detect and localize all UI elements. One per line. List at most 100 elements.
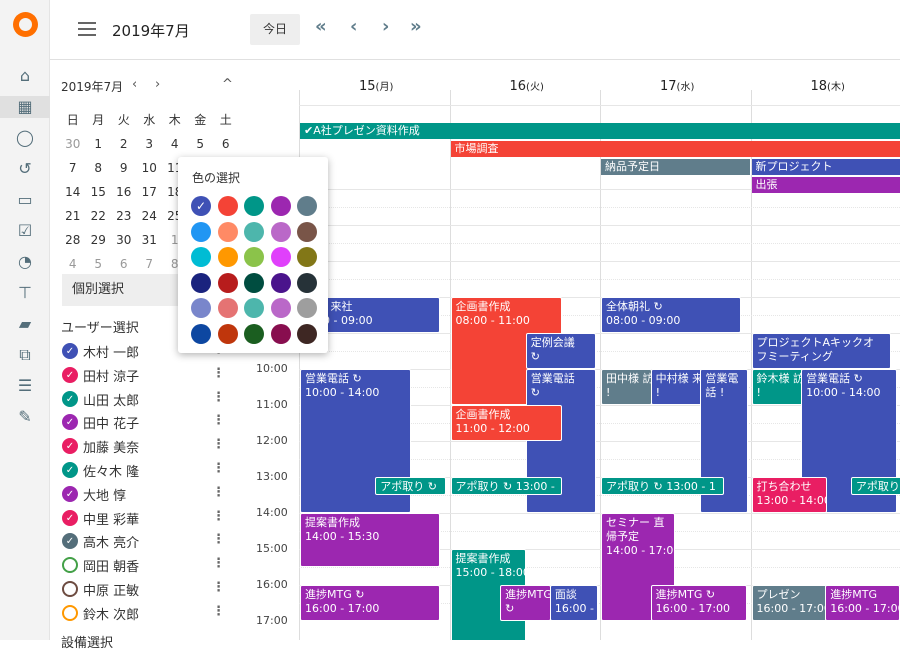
mini-day[interactable]: 22	[86, 204, 112, 228]
mini-day[interactable]: 7	[60, 156, 86, 180]
user-item[interactable]: ✓中里 彩華⋮	[62, 507, 245, 530]
user-item[interactable]: ✓佐々木 隆⋮	[62, 459, 245, 482]
more-icon[interactable]: ⋮	[212, 509, 225, 524]
org-chart-icon[interactable]: ⊤	[14, 282, 36, 304]
user-checkbox[interactable]: ✓	[62, 438, 78, 454]
edit-icon[interactable]: ✎	[14, 406, 36, 428]
color-swatch[interactable]	[297, 298, 317, 318]
color-swatch[interactable]	[271, 247, 291, 267]
calendar-event[interactable]: 面談16:00 -	[550, 585, 598, 621]
folder-icon[interactable]: ▰	[14, 313, 36, 335]
user-checkbox[interactable]: ✓	[62, 343, 78, 359]
user-checkbox[interactable]: ✓	[62, 391, 78, 407]
today-button[interactable]: 今日	[250, 14, 300, 45]
clock-icon[interactable]: ◔	[14, 251, 36, 273]
calendar-event[interactable]: アポ取り	[851, 477, 900, 495]
calendar-event[interactable]: 定例会議↻	[526, 333, 597, 369]
color-swatch[interactable]	[297, 196, 317, 216]
calendar-event[interactable]: プロジェクトAキックオフミーティング	[752, 333, 892, 369]
checklist-icon[interactable]: ☰	[14, 375, 36, 397]
mini-prev-button[interactable]: ‹	[132, 77, 137, 92]
menu-icon[interactable]	[78, 22, 96, 36]
mini-day[interactable]: 28	[60, 228, 86, 252]
day-header[interactable]: 18(木)	[811, 78, 845, 94]
copy-icon[interactable]: ⧉	[14, 344, 36, 366]
color-swatch[interactable]	[218, 273, 238, 293]
user-checkbox[interactable]: ✓	[62, 367, 78, 383]
mini-day[interactable]: 4	[162, 132, 188, 156]
mini-day[interactable]: 30	[60, 132, 86, 156]
color-swatch[interactable]	[297, 247, 317, 267]
mini-day[interactable]: 6	[213, 132, 239, 156]
next-week-button[interactable]: »	[410, 16, 422, 37]
color-swatch[interactable]	[271, 196, 291, 216]
mini-day[interactable]: 2	[111, 132, 137, 156]
color-swatch[interactable]	[191, 222, 211, 242]
calendar-event[interactable]: 進捗MTG16:00 - 17:00	[825, 585, 900, 621]
calendar-event[interactable]: アポ取り ↻	[375, 477, 446, 495]
mini-day[interactable]: 24	[137, 204, 163, 228]
user-item[interactable]: 鈴木 次郎⋮	[62, 602, 245, 625]
color-swatch[interactable]	[244, 298, 264, 318]
user-checkbox[interactable]	[62, 605, 78, 621]
day-header[interactable]: 16(火)	[510, 78, 544, 94]
more-icon[interactable]: ⋮	[212, 485, 225, 500]
calendar-event[interactable]: プレゼン16:00 - 17:00	[752, 585, 827, 621]
mini-day[interactable]: 21	[60, 204, 86, 228]
next-button[interactable]: ›	[382, 16, 389, 37]
calendar-event[interactable]: 中村様 来!	[651, 369, 702, 405]
prev-week-button[interactable]: «	[315, 16, 327, 37]
more-icon[interactable]: ⋮	[212, 413, 225, 428]
user-item[interactable]: ✓田中 花子⋮	[62, 411, 245, 434]
color-swatch[interactable]	[271, 273, 291, 293]
app-logo[interactable]	[13, 12, 38, 37]
prev-button[interactable]: ‹	[350, 16, 357, 37]
color-swatch[interactable]	[218, 247, 238, 267]
color-swatch[interactable]	[191, 324, 211, 344]
mini-day[interactable]: 4	[60, 252, 86, 276]
clipboard-icon[interactable]: ▭	[14, 189, 36, 211]
mini-day[interactable]: 29	[86, 228, 112, 252]
mini-day[interactable]: 5	[86, 252, 112, 276]
home-icon[interactable]: ⌂	[14, 65, 36, 87]
color-swatch[interactable]	[244, 324, 264, 344]
color-swatch[interactable]	[191, 298, 211, 318]
more-icon[interactable]: ⋮	[212, 437, 225, 452]
color-swatch[interactable]	[218, 222, 238, 242]
calendar-event[interactable]: アポ取り ↻ 13:00 - 1	[601, 477, 724, 495]
user-item[interactable]: ✓高木 亮介⋮	[62, 530, 245, 553]
more-icon[interactable]: ⋮	[212, 390, 225, 405]
user-checkbox[interactable]: ✓	[62, 462, 78, 478]
user-checkbox[interactable]: ✓	[62, 533, 78, 549]
allday-event[interactable]: 市場調査	[451, 141, 900, 157]
mini-day[interactable]: 16	[111, 180, 137, 204]
calendar-event[interactable]: 進捗MTG ↻16:00 - 17:00	[300, 585, 440, 621]
calendar-event[interactable]: 提案書作成14:00 - 15:30	[300, 513, 440, 567]
calendar-event[interactable]: 進捗MTG ↻16:00 - 17:00	[651, 585, 747, 621]
user-item[interactable]: ✓田村 涼子⋮	[62, 364, 245, 387]
allday-event[interactable]: 新プロジェクト	[752, 159, 900, 175]
color-swatch[interactable]	[244, 196, 264, 216]
mini-day[interactable]: 15	[86, 180, 112, 204]
color-swatch[interactable]	[297, 222, 317, 242]
user-checkbox[interactable]: ✓	[62, 414, 78, 430]
color-swatch[interactable]	[271, 324, 291, 344]
mini-day[interactable]: 9	[111, 156, 137, 180]
mini-day[interactable]: 17	[137, 180, 163, 204]
mini-day[interactable]: 31	[137, 228, 163, 252]
mini-day[interactable]: 14	[60, 180, 86, 204]
mini-next-button[interactable]: ›	[155, 77, 160, 92]
color-swatch[interactable]	[244, 222, 264, 242]
user-checkbox[interactable]	[62, 557, 78, 573]
user-item[interactable]: ✓大地 惇⋮	[62, 483, 245, 506]
color-swatch[interactable]	[218, 298, 238, 318]
user-item[interactable]: 中原 正敏⋮	[62, 578, 245, 601]
chat-icon[interactable]: ◯	[14, 127, 36, 149]
color-swatch[interactable]	[191, 196, 211, 216]
calendar-event[interactable]: 進捗MTG↻	[500, 585, 551, 621]
user-checkbox[interactable]: ✓	[62, 510, 78, 526]
user-item[interactable]: ✓山田 太郎⋮	[62, 388, 245, 411]
color-swatch[interactable]	[271, 222, 291, 242]
mini-day[interactable]: 3	[137, 132, 163, 156]
more-icon[interactable]: ⋮	[212, 532, 225, 547]
